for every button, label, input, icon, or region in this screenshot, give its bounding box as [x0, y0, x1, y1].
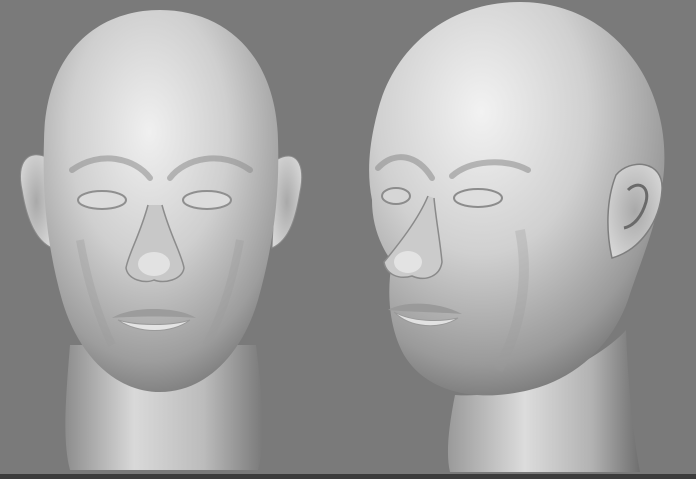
side-head-model — [369, 2, 665, 472]
bottom-bar — [0, 474, 696, 479]
front-eye-right — [182, 190, 232, 210]
side-nose-tip — [394, 251, 422, 273]
front-nose-tip — [138, 252, 170, 276]
side-ear — [607, 163, 663, 259]
front-eye-left — [77, 190, 127, 210]
render-viewport — [0, 0, 696, 479]
side-eye-left — [381, 187, 411, 205]
side-eye-right — [453, 188, 503, 208]
front-head-model — [20, 10, 303, 470]
render-canvas — [0, 2, 696, 479]
